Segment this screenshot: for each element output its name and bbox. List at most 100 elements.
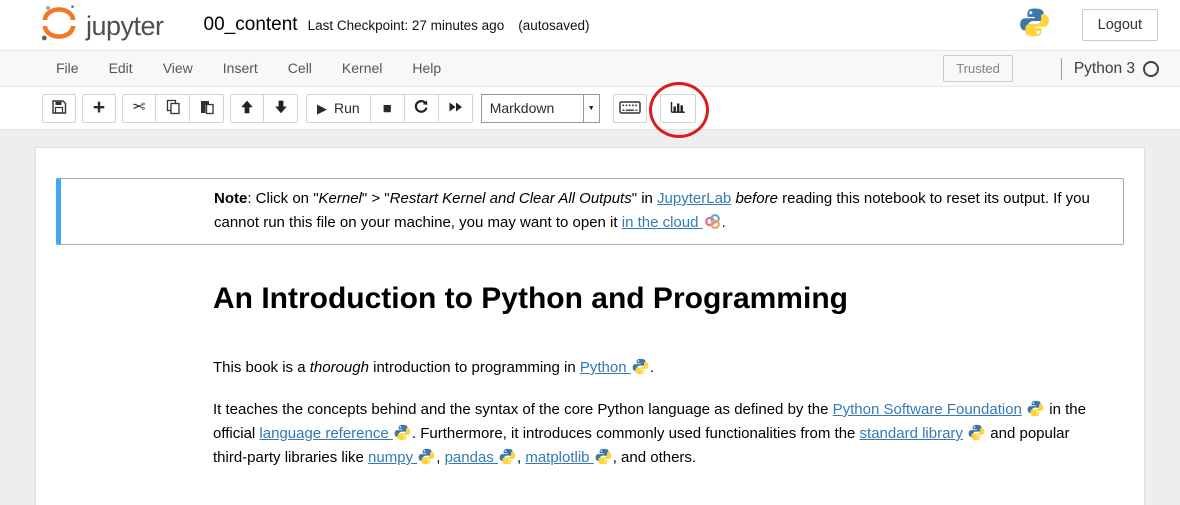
cell-type-dropdown[interactable]: Markdown ▼ [481, 94, 600, 123]
python-icon [595, 448, 612, 465]
restart-kernel-button[interactable] [405, 94, 439, 123]
text-run: , [436, 449, 444, 466]
run-button[interactable]: ▶ Run [306, 94, 371, 123]
text-run [963, 425, 967, 442]
plus-icon: + [93, 97, 105, 118]
arrow-down-icon [273, 99, 289, 118]
scissors-icon: ✂ [132, 100, 145, 116]
keyboard-icon [619, 99, 641, 118]
markdown-link[interactable]: matplotlib [525, 449, 593, 466]
notebook-container: Note: Click on "Kernel" > "Restart Kerne… [0, 130, 1180, 505]
checkpoint-status: Last Checkpoint: 27 minutes ago [308, 18, 505, 33]
text-run: This book is a [213, 359, 310, 376]
text-run: before [735, 190, 778, 207]
restart-icon [413, 99, 429, 118]
python-logo-icon [1019, 7, 1050, 43]
python-icon [394, 424, 411, 441]
copy-cell-button[interactable] [156, 94, 190, 123]
jupyter-logo-icon [38, 2, 80, 49]
text-run: thorough [310, 359, 369, 376]
markdown-link[interactable]: standard library [860, 425, 963, 442]
copy-icon [165, 99, 181, 118]
save-button[interactable] [42, 94, 76, 123]
text-run: : Click on " [247, 190, 318, 207]
trusted-button[interactable]: Trusted [943, 55, 1013, 82]
move-cell-up-button[interactable] [230, 94, 264, 123]
text-run: Note [214, 190, 247, 207]
menu-view[interactable]: View [148, 51, 208, 86]
arrow-up-icon [239, 99, 255, 118]
intro-paragraph-1: This book is a thorough introduction to … [213, 356, 1124, 380]
python-icon [499, 448, 516, 465]
interrupt-kernel-button[interactable]: ■ [371, 94, 405, 123]
header-right: Logout [1019, 7, 1158, 43]
markdown-link[interactable]: numpy [368, 449, 417, 466]
note-paragraph: Note: Click on "Kernel" > "Restart Kerne… [214, 179, 1123, 244]
markdown-cell-note[interactable]: Note: Click on "Kernel" > "Restart Kerne… [56, 178, 1124, 245]
menu-help[interactable]: Help [397, 51, 456, 86]
kernel-name: Python 3 [1074, 60, 1135, 78]
cut-cell-button[interactable]: ✂ [122, 94, 156, 123]
menu-cell[interactable]: Cell [273, 51, 327, 86]
jupyter-logo-text: jupyter [86, 11, 164, 42]
jupyter-notebook-app: jupyter 00_content Last Checkpoint: 27 m… [0, 0, 1180, 505]
kernel-divider [1061, 58, 1062, 80]
menubar-right: Trusted Python 3 [943, 55, 1159, 82]
dropdown-arrow-icon: ▼ [583, 95, 599, 122]
insert-cell-below-button[interactable]: + [82, 94, 116, 123]
markdown-link[interactable]: Python Software Foundation [833, 401, 1022, 418]
toolbar: + ✂ [0, 87, 1180, 130]
fast-forward-icon [447, 99, 464, 118]
save-icon [51, 99, 67, 118]
binder-icon [704, 213, 721, 230]
page-title: An Introduction to Python and Programmin… [213, 282, 1124, 316]
logout-button[interactable]: Logout [1082, 9, 1158, 41]
markdown-link[interactable]: Python [580, 359, 631, 376]
autosave-status: (autosaved) [518, 18, 589, 33]
notebook-title[interactable]: 00_content [204, 14, 298, 36]
python-icon [1027, 400, 1044, 417]
markdown-link[interactable]: pandas [445, 449, 498, 466]
chart-button[interactable] [660, 94, 696, 123]
jupyter-logo[interactable]: jupyter [38, 2, 164, 49]
cell-type-value: Markdown [482, 100, 583, 116]
markdown-cell-intro[interactable]: An Introduction to Python and Programmin… [56, 282, 1124, 470]
text-run: . Furthermore, it introduces commonly us… [412, 425, 860, 442]
markdown-link[interactable]: language reference [259, 425, 392, 442]
chart-button-wrap [660, 94, 696, 123]
restart-run-all-button[interactable] [439, 94, 473, 123]
text-run: . [722, 214, 726, 231]
paste-cell-button[interactable] [190, 94, 224, 123]
menu-edit[interactable]: Edit [94, 51, 148, 86]
stop-icon: ■ [383, 101, 392, 116]
menu-kernel[interactable]: Kernel [327, 51, 397, 86]
text-run: . [650, 359, 654, 376]
text-run: Kernel [319, 190, 362, 207]
menubar: File Edit View Insert Cell Kernel Help T… [0, 50, 1180, 87]
text-run: " > " [362, 190, 390, 207]
menu-file[interactable]: File [41, 51, 94, 86]
notebook-page: Note: Click on "Kernel" > "Restart Kerne… [35, 147, 1145, 505]
python-icon [632, 358, 649, 375]
text-run: It teaches the concepts behind and the s… [213, 401, 833, 418]
header: jupyter 00_content Last Checkpoint: 27 m… [0, 0, 1180, 50]
python-icon [968, 424, 985, 441]
play-icon: ▶ [317, 102, 327, 115]
menu-insert[interactable]: Insert [208, 51, 273, 86]
paste-icon [199, 99, 215, 118]
bar-chart-icon [669, 99, 687, 118]
text-run: Restart Kernel and Clear All Outputs [390, 190, 632, 207]
python-icon [418, 448, 435, 465]
markdown-link[interactable]: in the cloud [622, 214, 703, 231]
move-cell-down-button[interactable] [264, 94, 298, 123]
text-run [1022, 401, 1026, 418]
command-palette-button[interactable] [613, 94, 647, 123]
title-block: 00_content Last Checkpoint: 27 minutes a… [204, 14, 590, 36]
kernel-idle-icon [1143, 61, 1159, 77]
text-run: introduction to programming in [369, 359, 580, 376]
intro-paragraph-2: It teaches the concepts behind and the s… [213, 398, 1124, 470]
markdown-link[interactable]: JupyterLab [657, 190, 731, 207]
text-run: , and others. [613, 449, 696, 466]
run-label: Run [334, 100, 360, 116]
text-run: " in [632, 190, 657, 207]
